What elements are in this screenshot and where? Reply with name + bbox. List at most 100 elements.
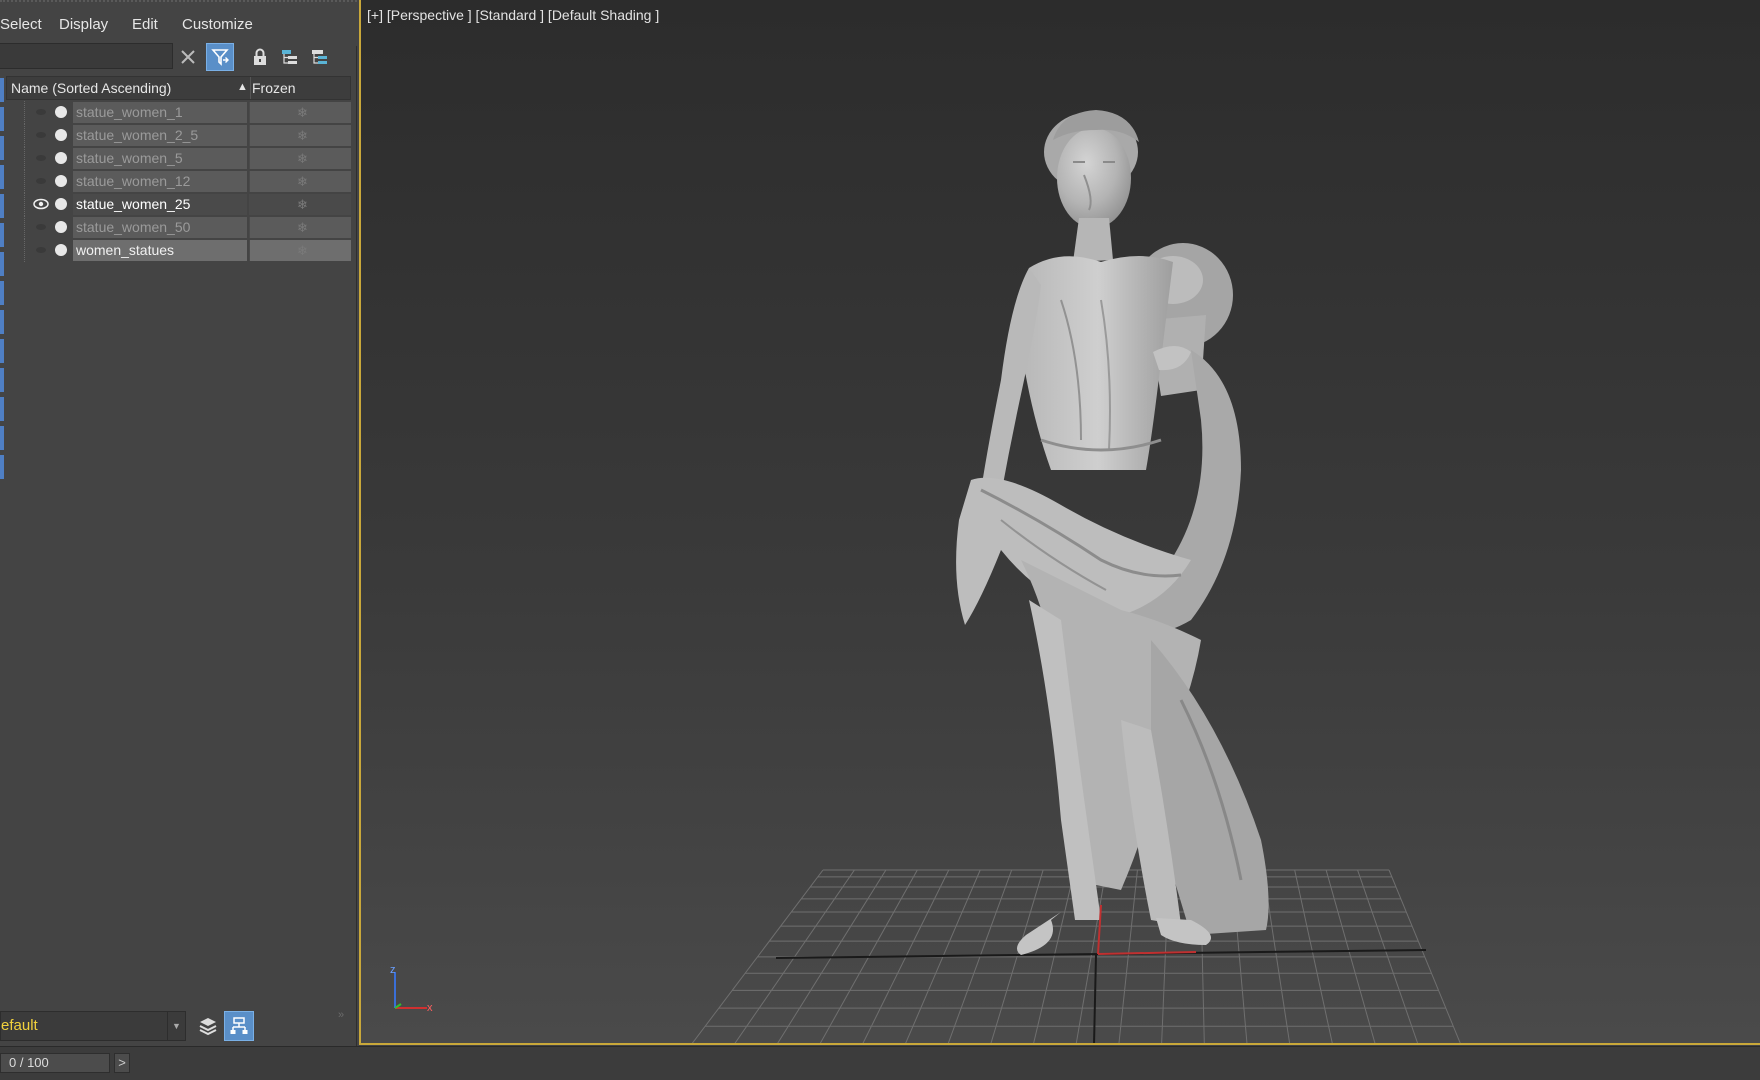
time-slider-frame[interactable]: 0 / 100: [0, 1053, 110, 1073]
clear-icon: [181, 50, 195, 64]
eye-closed-icon[interactable]: [33, 175, 49, 187]
render-toggle-icon[interactable]: [55, 129, 67, 141]
current-layer-field[interactable]: efault: [0, 1011, 168, 1041]
layer-dropdown-arrow[interactable]: ▼: [168, 1011, 186, 1041]
object-name[interactable]: statue_women_2_5: [73, 125, 247, 146]
render-toggle-icon[interactable]: [55, 244, 67, 256]
object-name[interactable]: statue_women_5: [73, 148, 247, 169]
tree-line: [24, 216, 25, 239]
hierarchy-alt-icon: [312, 50, 327, 64]
layer-strip-segment: [0, 136, 4, 160]
hierarchy-alt-button[interactable]: [306, 43, 334, 71]
scene-explorer: Select Display Edit Customize Name (Sort…: [0, 0, 357, 1046]
layer-strip-segment: [0, 368, 4, 392]
snowflake-icon[interactable]: ❄: [297, 105, 308, 121]
render-toggle-icon[interactable]: [55, 152, 67, 164]
hierarchy-button[interactable]: [276, 43, 304, 71]
filter-button[interactable]: [206, 43, 234, 71]
scene-object-row[interactable]: women_statues ❄: [6, 239, 351, 262]
layer-strip-segment: [0, 397, 4, 421]
frozen-cell[interactable]: ❄: [249, 240, 351, 261]
render-toggle-icon[interactable]: [55, 221, 67, 233]
scene-object-row[interactable]: statue_women_2_5 ❄: [6, 124, 351, 147]
menu-customize[interactable]: Customize: [182, 16, 253, 33]
collapse-panel-icon[interactable]: »: [338, 1009, 344, 1021]
frozen-cell[interactable]: ❄: [249, 102, 351, 123]
layer-explorer-button[interactable]: [193, 1011, 223, 1041]
hierarchy-icon: [282, 50, 297, 64]
snowflake-icon[interactable]: ❄: [297, 197, 308, 213]
explorer-toolbar: [0, 38, 357, 74]
layer-strip-segment: [0, 223, 4, 247]
render-toggle-icon[interactable]: [55, 175, 67, 187]
viewport-label[interactable]: [+] [Perspective ] [Standard ] [Default …: [367, 7, 659, 23]
layer-strip-segment: [0, 78, 4, 102]
object-name[interactable]: statue_women_50: [73, 217, 247, 238]
object-name[interactable]: statue_women_12: [73, 171, 247, 192]
world-y-axis-line: [1093, 954, 1097, 1043]
menu-display[interactable]: Display: [59, 16, 108, 33]
snowflake-icon[interactable]: ❄: [297, 128, 308, 144]
layer-strip-segment: [0, 252, 4, 276]
object-name[interactable]: statue_women_1: [73, 102, 247, 123]
eye-closed-icon[interactable]: [33, 106, 49, 118]
tree-line: [24, 193, 25, 216]
scene-object-row[interactable]: statue_women_25 ❄: [6, 193, 351, 216]
scene-explorer-toggle-button[interactable]: [224, 1011, 254, 1041]
search-input[interactable]: [0, 43, 173, 69]
render-toggle-icon[interactable]: [55, 198, 67, 210]
name-column-header[interactable]: Name (Sorted Ascending): [11, 80, 171, 96]
object-name[interactable]: women_statues: [73, 240, 247, 261]
menu-select[interactable]: Select: [0, 16, 42, 33]
tree-line: [24, 101, 25, 124]
layer-strip-segment: [0, 281, 4, 305]
axis-tripod: z x: [390, 964, 433, 1014]
scene-object-row[interactable]: statue_women_12 ❄: [6, 170, 351, 193]
eye-open-icon[interactable]: [33, 198, 49, 210]
scene-object-row[interactable]: statue_women_5 ❄: [6, 147, 351, 170]
eye-closed-icon[interactable]: [33, 221, 49, 233]
column-divider[interactable]: [250, 77, 251, 99]
perspective-viewport[interactable]: z x [+] [Perspective ] [Standard ] [Defa…: [359, 0, 1760, 1045]
frozen-cell[interactable]: ❄: [249, 217, 351, 238]
tree-line: [24, 170, 25, 193]
tree-line: [24, 147, 25, 170]
layer-strip-segment: [0, 426, 4, 450]
frozen-cell[interactable]: ❄: [249, 171, 351, 192]
tree-line: [24, 239, 25, 262]
layer-strip-segment: [0, 310, 4, 334]
scene-object-row[interactable]: statue_women_1 ❄: [6, 101, 351, 124]
snowflake-icon[interactable]: ❄: [297, 243, 308, 259]
snowflake-icon[interactable]: ❄: [297, 151, 308, 167]
snowflake-icon[interactable]: ❄: [297, 174, 308, 190]
statue-model: [956, 110, 1269, 955]
snowflake-icon[interactable]: ❄: [297, 220, 308, 236]
sort-ascending-icon[interactable]: ▲: [237, 81, 248, 93]
frozen-cell[interactable]: ❄: [249, 148, 351, 169]
clear-search-button[interactable]: [174, 43, 202, 71]
hierarchy-tree-icon: [230, 1017, 248, 1034]
menu-edit[interactable]: Edit: [132, 16, 158, 33]
time-slider-bar: 0 / 100 >: [0, 1046, 1760, 1080]
lock-button[interactable]: [246, 43, 274, 71]
frozen-cell[interactable]: ❄: [249, 194, 351, 215]
layer-strip-segment: [0, 339, 4, 363]
next-frame-button[interactable]: >: [114, 1053, 130, 1073]
viewport-canvas[interactable]: z x: [361, 0, 1760, 1045]
scene-object-row[interactable]: statue_women_50 ❄: [6, 216, 351, 239]
axis-z-label: z: [390, 964, 396, 976]
frozen-column-header[interactable]: Frozen: [252, 80, 296, 96]
eye-closed-icon[interactable]: [33, 129, 49, 141]
eye-closed-icon[interactable]: [33, 152, 49, 164]
layer-strip-segment: [0, 455, 4, 479]
column-header: Name (Sorted Ascending) ▲ Frozen: [6, 76, 351, 100]
object-name[interactable]: statue_women_25: [73, 194, 247, 215]
render-toggle-icon[interactable]: [55, 106, 67, 118]
layer-bar: efault ▼ »: [0, 1009, 357, 1045]
eye-closed-icon[interactable]: [33, 244, 49, 256]
axis-x-label: x: [427, 1002, 433, 1014]
layer-strip-segment: [0, 107, 4, 131]
frozen-cell[interactable]: ❄: [249, 125, 351, 146]
scene-object-list: statue_women_1 ❄ statue_women_2_5 ❄ statue_w…: [6, 101, 351, 262]
layer-strip-segment: [0, 165, 4, 189]
